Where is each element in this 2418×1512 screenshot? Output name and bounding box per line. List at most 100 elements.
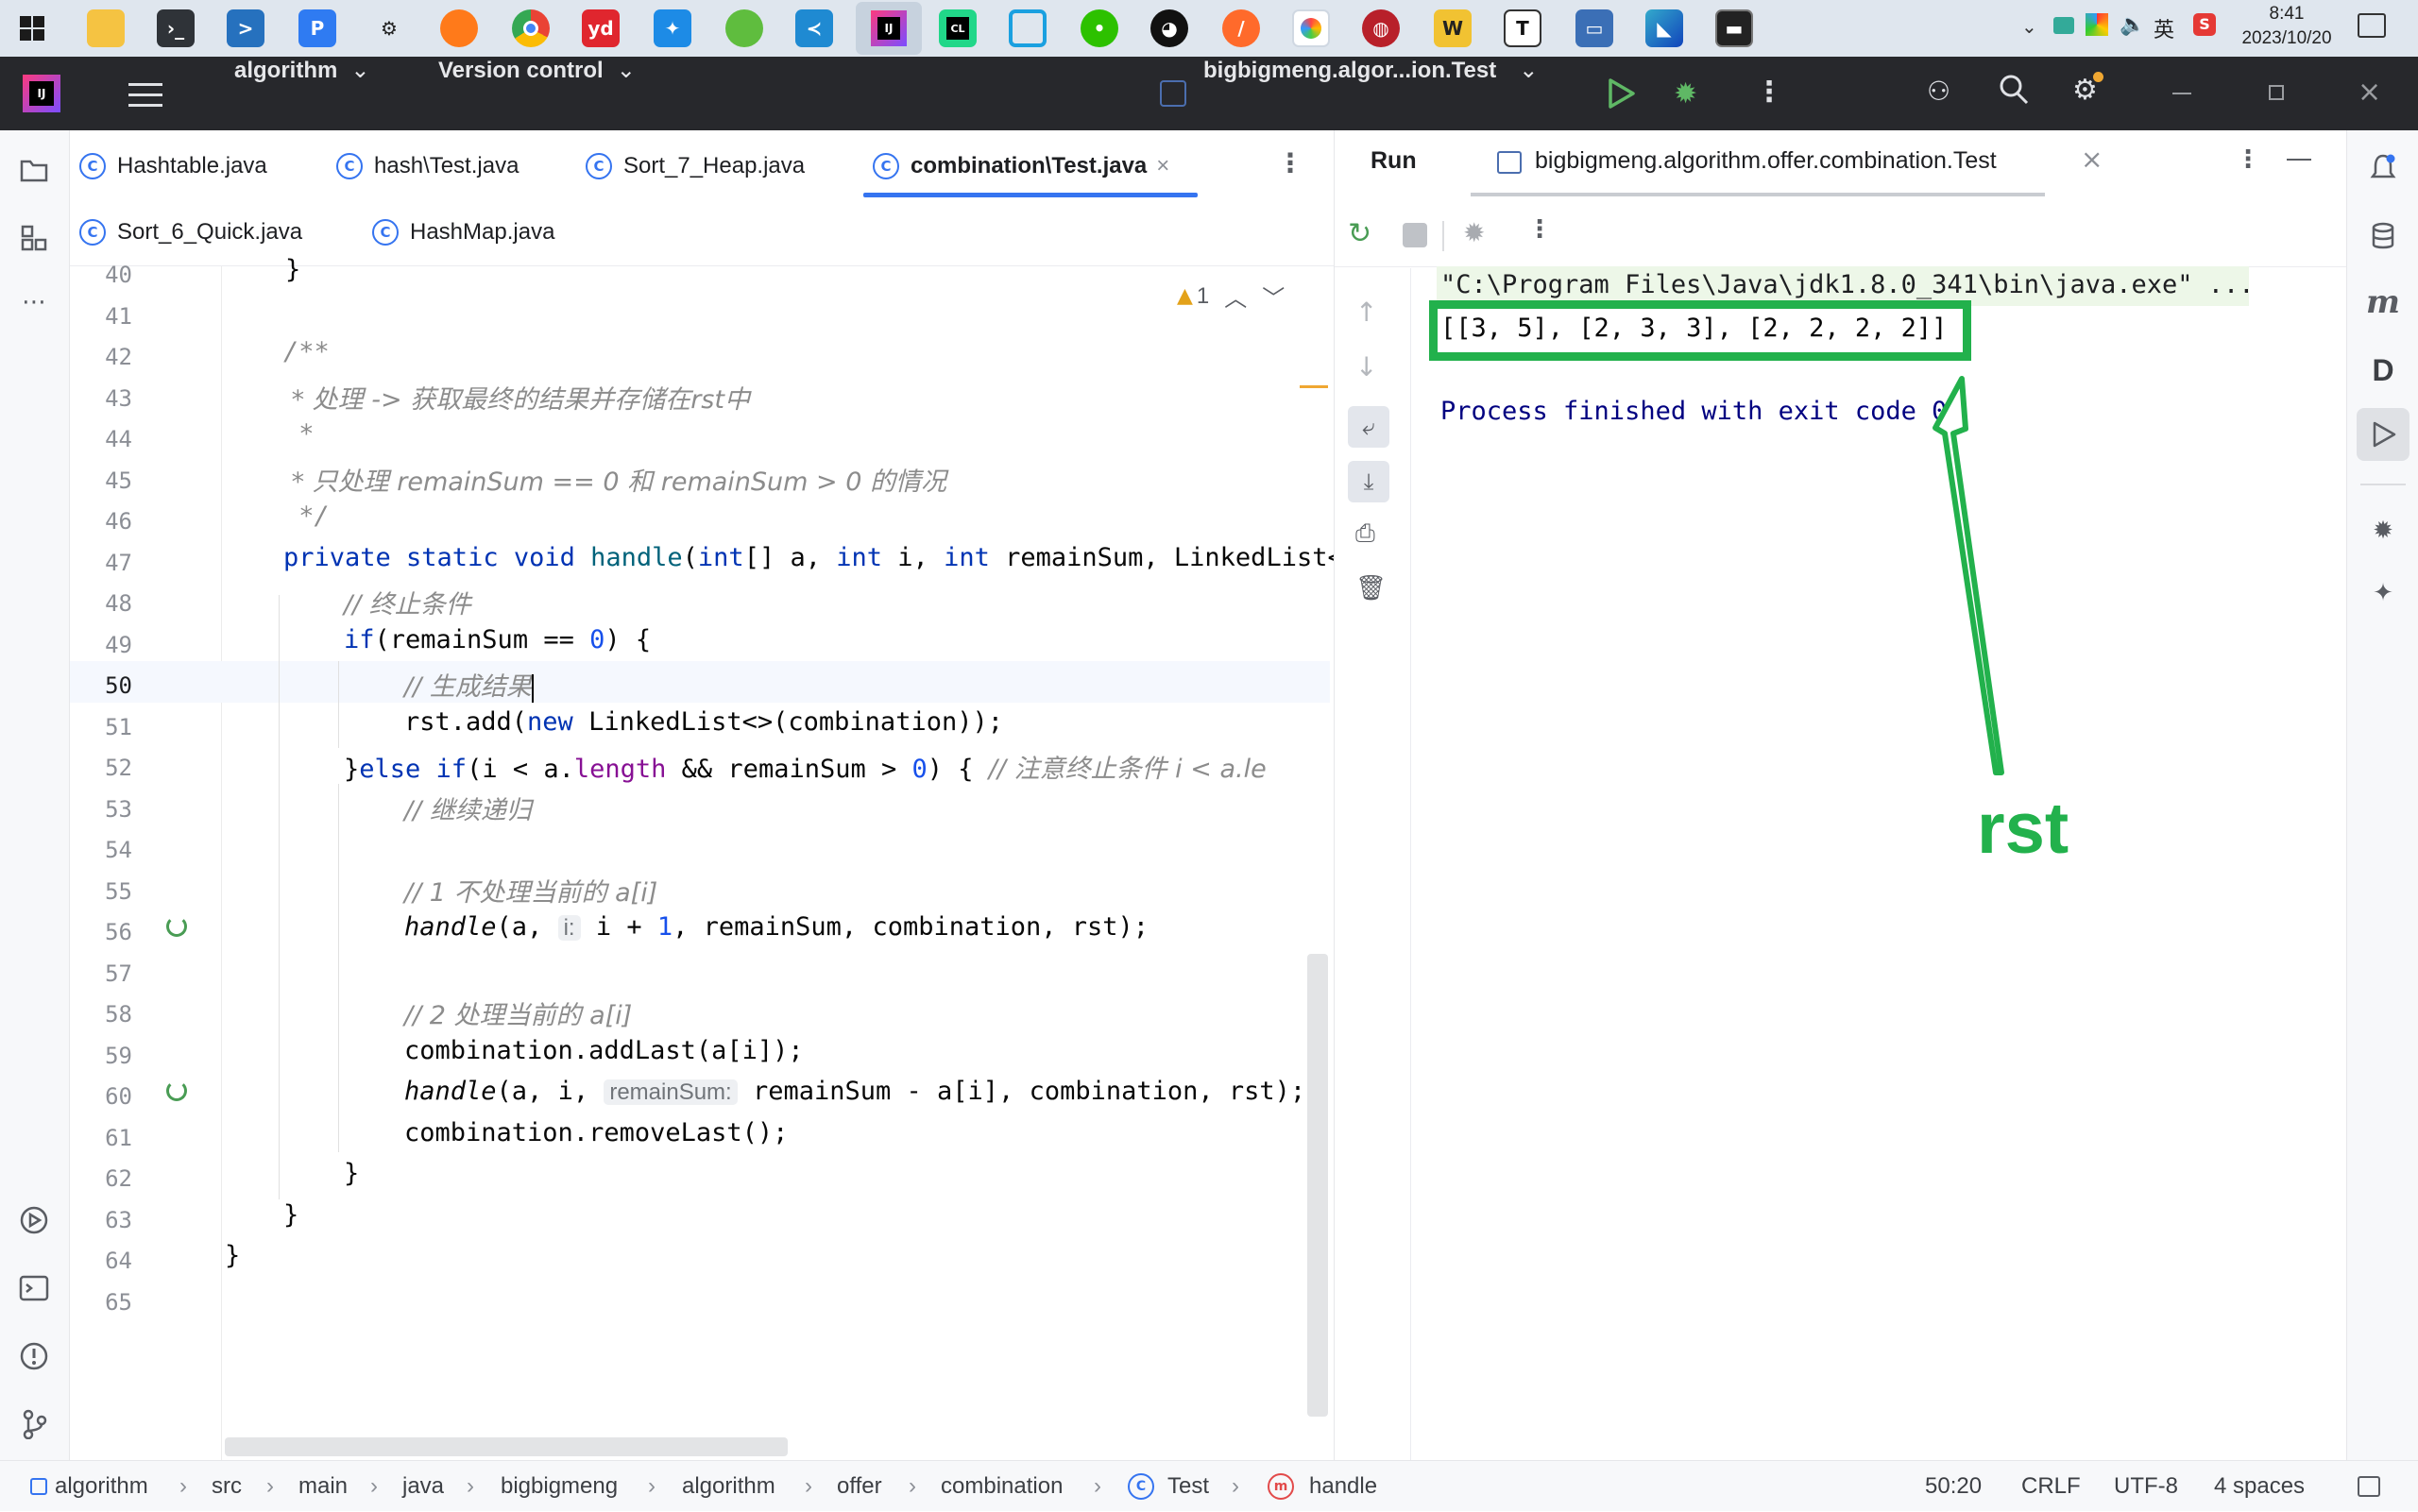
windows-start-icon[interactable] <box>13 9 51 47</box>
next-highlight-icon[interactable]: ﹀ <box>1262 280 1285 313</box>
qq-icon[interactable]: ◕ <box>1150 9 1188 47</box>
notifications-bell-icon[interactable] <box>2364 149 2402 187</box>
tray-colorful-icon[interactable] <box>2086 13 2108 36</box>
tray-chevron-up-icon[interactable]: ⌄ <box>2021 15 2037 38</box>
tray-app-icon[interactable] <box>2053 17 2074 34</box>
caret-position[interactable]: 50:20 <box>1925 1461 1982 1512</box>
breadcrumb-algorithm[interactable]: algorithm <box>55 1461 148 1512</box>
add-user-icon[interactable]: ⚇ <box>1927 76 1950 107</box>
sogou-ime-icon[interactable]: S <box>2193 13 2216 36</box>
run-icon[interactable] <box>1606 77 1636 114</box>
file-encoding[interactable]: UTF-8 <box>2114 1461 2178 1512</box>
tab-hash-test-java[interactable]: Chash\Test.java <box>336 147 519 185</box>
tab-sort6-quick-java[interactable]: C Sort_6_Quick.java <box>79 213 302 251</box>
database-icon[interactable] <box>2364 217 2402 255</box>
youdao-icon[interactable]: yd <box>582 9 620 47</box>
breadcrumb-test[interactable]: Test <box>1167 1461 1209 1512</box>
line-number: 58 <box>105 1001 132 1028</box>
tab-combination-test-java[interactable]: Ccombination\Test.java × <box>873 147 1169 185</box>
app-blue-icon[interactable]: ✦ <box>654 9 691 47</box>
terminal-icon[interactable] <box>15 1269 53 1307</box>
version-control-menu[interactable]: Version control ⌄ <box>438 57 636 130</box>
indent-setting[interactable]: 4 spaces <box>2214 1461 2305 1512</box>
read-only-lock-icon[interactable] <box>2358 1476 2380 1497</box>
breadcrumb-main[interactable]: main <box>298 1461 348 1512</box>
intellij-taskbar-icon[interactable]: IJ <box>856 2 922 55</box>
tab-hashmap-java[interactable]: C HashMap.java <box>372 213 554 251</box>
horizontal-scrollbar[interactable] <box>225 1437 788 1456</box>
line-separator[interactable]: CRLF <box>2021 1461 2081 1512</box>
system-clock[interactable]: 8:41 2023/10/20 <box>2227 2 2346 51</box>
previous-highlight-icon[interactable]: ︿ <box>1224 280 1247 313</box>
app-colorful-icon[interactable] <box>1292 9 1330 47</box>
tab-hashtable-java[interactable]: C Hashtable.java <box>79 147 267 185</box>
vertical-scrollbar[interactable] <box>1307 954 1328 1417</box>
search-icon[interactable] <box>1999 74 2029 110</box>
services-icon[interactable] <box>15 1201 53 1239</box>
tabs-more-icon[interactable]: ⋮ <box>1277 147 1303 178</box>
tab-sort7-heap-java[interactable]: C Sort_7_Heap.java <box>586 147 805 185</box>
recursive-call-icon[interactable] <box>166 1080 187 1101</box>
git-branch-icon[interactable] <box>15 1405 53 1443</box>
maven-icon[interactable]: m <box>2364 283 2402 321</box>
app-red-icon[interactable]: ◍ <box>1362 9 1400 47</box>
remote-desktop-icon[interactable]: ▭ <box>1575 9 1613 47</box>
typora-icon[interactable]: T <box>1504 9 1541 47</box>
speaker-icon[interactable]: 🔈 <box>2120 13 2145 37</box>
structure-icon[interactable] <box>15 219 53 257</box>
terminal-icon[interactable]: ›_ <box>157 9 195 47</box>
file-explorer-icon[interactable] <box>87 9 125 47</box>
powershell-icon[interactable]: > <box>227 9 264 47</box>
notification-center-icon[interactable] <box>2358 13 2386 38</box>
close-window-icon[interactable]: × <box>2358 76 2381 109</box>
breadcrumb-offer[interactable]: offer <box>837 1461 882 1512</box>
run-configuration-selector[interactable]: bigbigmeng.algor...ion.Test ⌄ <box>1203 57 1538 130</box>
wps-icon[interactable]: W <box>1434 9 1472 47</box>
breadcrumb-src[interactable]: src <box>212 1461 242 1512</box>
run-tool-icon[interactable] <box>2364 416 2402 453</box>
vscode-icon[interactable]: ≺ <box>795 9 833 47</box>
warning-stripe-marker[interactable] <box>1300 385 1328 388</box>
settings-gear-icon[interactable]: ⚙ <box>370 9 408 47</box>
problems-icon[interactable] <box>15 1337 53 1375</box>
browser-p-icon[interactable]: P <box>298 9 336 47</box>
project-folder-icon[interactable] <box>15 151 53 189</box>
more-tool-windows-icon[interactable]: ⋯ <box>15 283 53 321</box>
app-stack-icon[interactable]: ◣ <box>1645 9 1683 47</box>
line-number: 51 <box>105 713 132 740</box>
breadcrumb-java[interactable]: java <box>402 1461 444 1512</box>
chrome-icon[interactable] <box>512 9 550 47</box>
intellij-logo-icon[interactable]: IJ <box>23 75 60 112</box>
line-number: 61 <box>105 1124 132 1151</box>
project-selector[interactable]: algorithm ⌄ <box>234 57 369 130</box>
close-tab-icon[interactable]: × <box>1156 153 1169 179</box>
app-green-icon[interactable] <box>725 9 763 47</box>
console-icon[interactable]: ▬ <box>1715 9 1753 47</box>
wechat-icon[interactable]: • <box>1081 9 1118 47</box>
input-language[interactable]: 英 <box>2154 13 2174 43</box>
minimize-window-icon[interactable] <box>2172 93 2191 94</box>
settings-gear-icon[interactable]: ⚙ <box>2072 72 2103 107</box>
debug-bug-icon[interactable]: ✹ <box>1674 77 1697 110</box>
app-frame-icon[interactable] <box>1009 9 1047 47</box>
restore-window-icon[interactable] <box>2269 85 2284 100</box>
breadcrumb-chevron-icon: › <box>370 1473 378 1499</box>
ai-assistant-sparkle-icon[interactable]: ✦ <box>2364 574 2402 612</box>
line-number: 56 <box>105 919 132 945</box>
firefox-icon[interactable] <box>440 9 478 47</box>
breadcrumb-handle[interactable]: handle <box>1309 1461 1377 1512</box>
clion-icon[interactable]: CL <box>939 9 977 47</box>
code-editor[interactable] <box>70 266 1334 1460</box>
main-menu-hamburger-icon[interactable] <box>128 79 162 108</box>
tab-label: Sort_6_Quick.java <box>117 219 303 245</box>
more-actions-icon[interactable]: ⋮ <box>1755 76 1783 109</box>
inspection-widget[interactable]: ▲ 1 ︿ ﹀ <box>1177 280 1285 313</box>
recursive-call-icon[interactable] <box>166 916 187 937</box>
debug-bug-icon[interactable]: ✹ <box>2364 512 2402 550</box>
breadcrumb-combination[interactable]: combination <box>941 1461 1063 1512</box>
breadcrumb-algorithm-pkg[interactable]: algorithm <box>682 1461 775 1512</box>
dynamic-d-icon[interactable]: D <box>2364 351 2402 389</box>
breadcrumb-bigbigmeng[interactable]: bigbigmeng <box>501 1461 618 1512</box>
version-control-label: Version control <box>438 58 604 83</box>
app-orange-icon[interactable]: / <box>1222 9 1260 47</box>
